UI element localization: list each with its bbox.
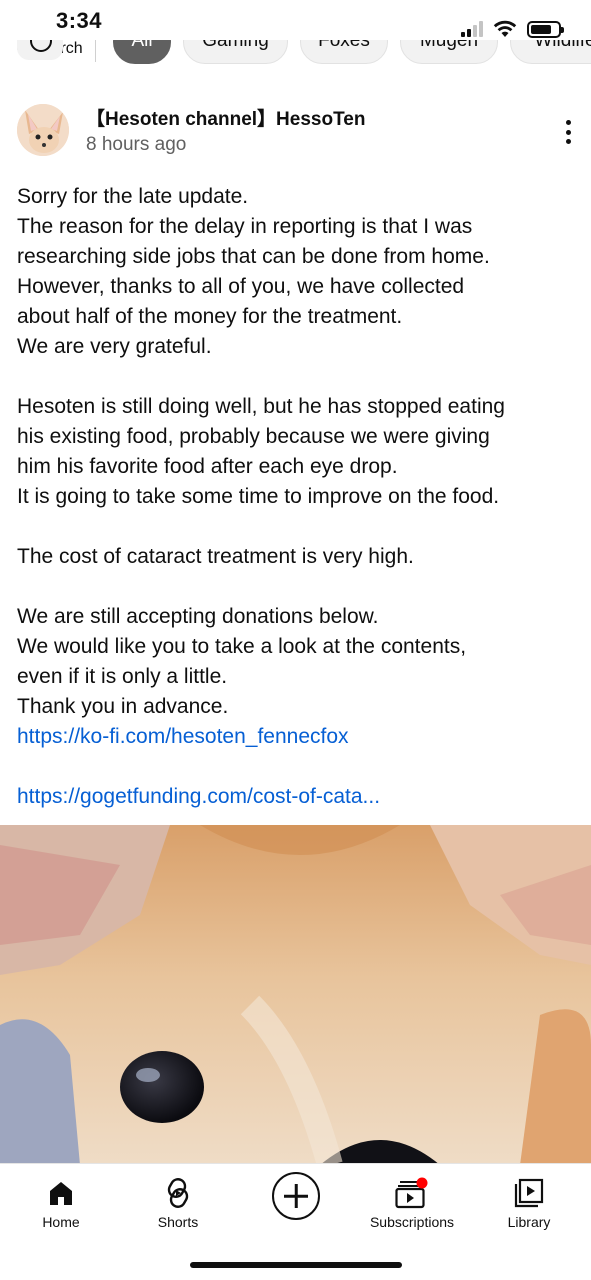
nav-shorts[interactable]: Shorts: [123, 1174, 233, 1230]
post-line: Hesoten is still doing well, but he has …: [17, 395, 505, 418]
explore-icon: [30, 40, 52, 52]
post-line: Thank you in advance.: [17, 695, 229, 718]
post-line: researching side jobs that can be done f…: [17, 245, 490, 268]
post-line: [17, 362, 577, 392]
channel-name[interactable]: 【Hesoten channel】HessoTen: [86, 104, 365, 131]
nav-shorts-label: Shorts: [157, 1214, 199, 1230]
chip-foxes[interactable]: Foxes: [300, 40, 388, 64]
library-icon: [514, 1178, 544, 1208]
post-line: Sorry for the late update.: [17, 185, 249, 208]
kofi-link[interactable]: https://ko-fi.com/hesoten_fennecfox: [17, 725, 349, 748]
gogetfunding-link[interactable]: https://gogetfunding.com/cost-of-cata...: [17, 785, 380, 808]
notification-dot: [416, 1177, 428, 1189]
post-text: Sorry for the late update. The reason fo…: [17, 182, 577, 812]
more-vert-icon[interactable]: [558, 118, 578, 146]
nav-subscriptions-label: Subscriptions: [369, 1214, 455, 1230]
post-image[interactable]: [0, 825, 591, 1165]
post-line: We are still accepting donations below.: [17, 605, 379, 628]
post-line: his existing food, probably because we w…: [17, 425, 490, 448]
chip-gaming[interactable]: Gaming: [183, 40, 288, 64]
home-indicator: [190, 1262, 402, 1268]
nav-subscriptions[interactable]: Subscriptions: [357, 1174, 467, 1230]
chip-divider: [95, 40, 96, 62]
post-line: [17, 572, 577, 602]
channel-avatar[interactable]: [17, 104, 69, 156]
subscriptions-icon: [395, 1177, 428, 1209]
shorts-icon: [167, 1178, 189, 1208]
wifi-icon: [493, 20, 517, 37]
post-line: about half of the money for the treatmen…: [17, 305, 403, 328]
battery-icon: [527, 20, 564, 38]
chip-all[interactable]: All: [113, 40, 171, 64]
post-line: The cost of cataract treatment is very h…: [17, 545, 414, 568]
chip-wildlife[interactable]: Wildlife: [510, 40, 591, 64]
signal-icon: [461, 21, 483, 37]
create-icon[interactable]: [272, 1172, 320, 1220]
nav-home-label: Home: [42, 1214, 80, 1230]
home-icon: [50, 1182, 72, 1205]
explore-button[interactable]: [17, 40, 63, 60]
post-line: We would like you to take a look at the …: [17, 635, 467, 658]
filter-chips: All Gaming Foxes Mugen Wildlife: [0, 40, 591, 88]
status-time: 3:34: [56, 8, 103, 33]
post-line: [17, 512, 577, 542]
nav-library[interactable]: Library: [474, 1174, 584, 1230]
chip-mugen[interactable]: Mugen: [400, 40, 498, 64]
post-line: However, thanks to all of you, we have c…: [17, 275, 465, 298]
post-line: The reason for the delay in reporting is…: [17, 215, 473, 238]
post-time: 8 hours ago: [86, 134, 187, 155]
post-line: even if it is only a little.: [17, 665, 228, 688]
post-line: It is going to take some time to improve…: [17, 485, 500, 508]
nav-library-label: Library: [507, 1214, 551, 1230]
status-icons: [461, 20, 564, 38]
nav-home[interactable]: Home: [6, 1174, 116, 1230]
post-line: We are very grateful.: [17, 335, 212, 358]
post-line: him his favorite food after each eye dro…: [17, 455, 398, 478]
